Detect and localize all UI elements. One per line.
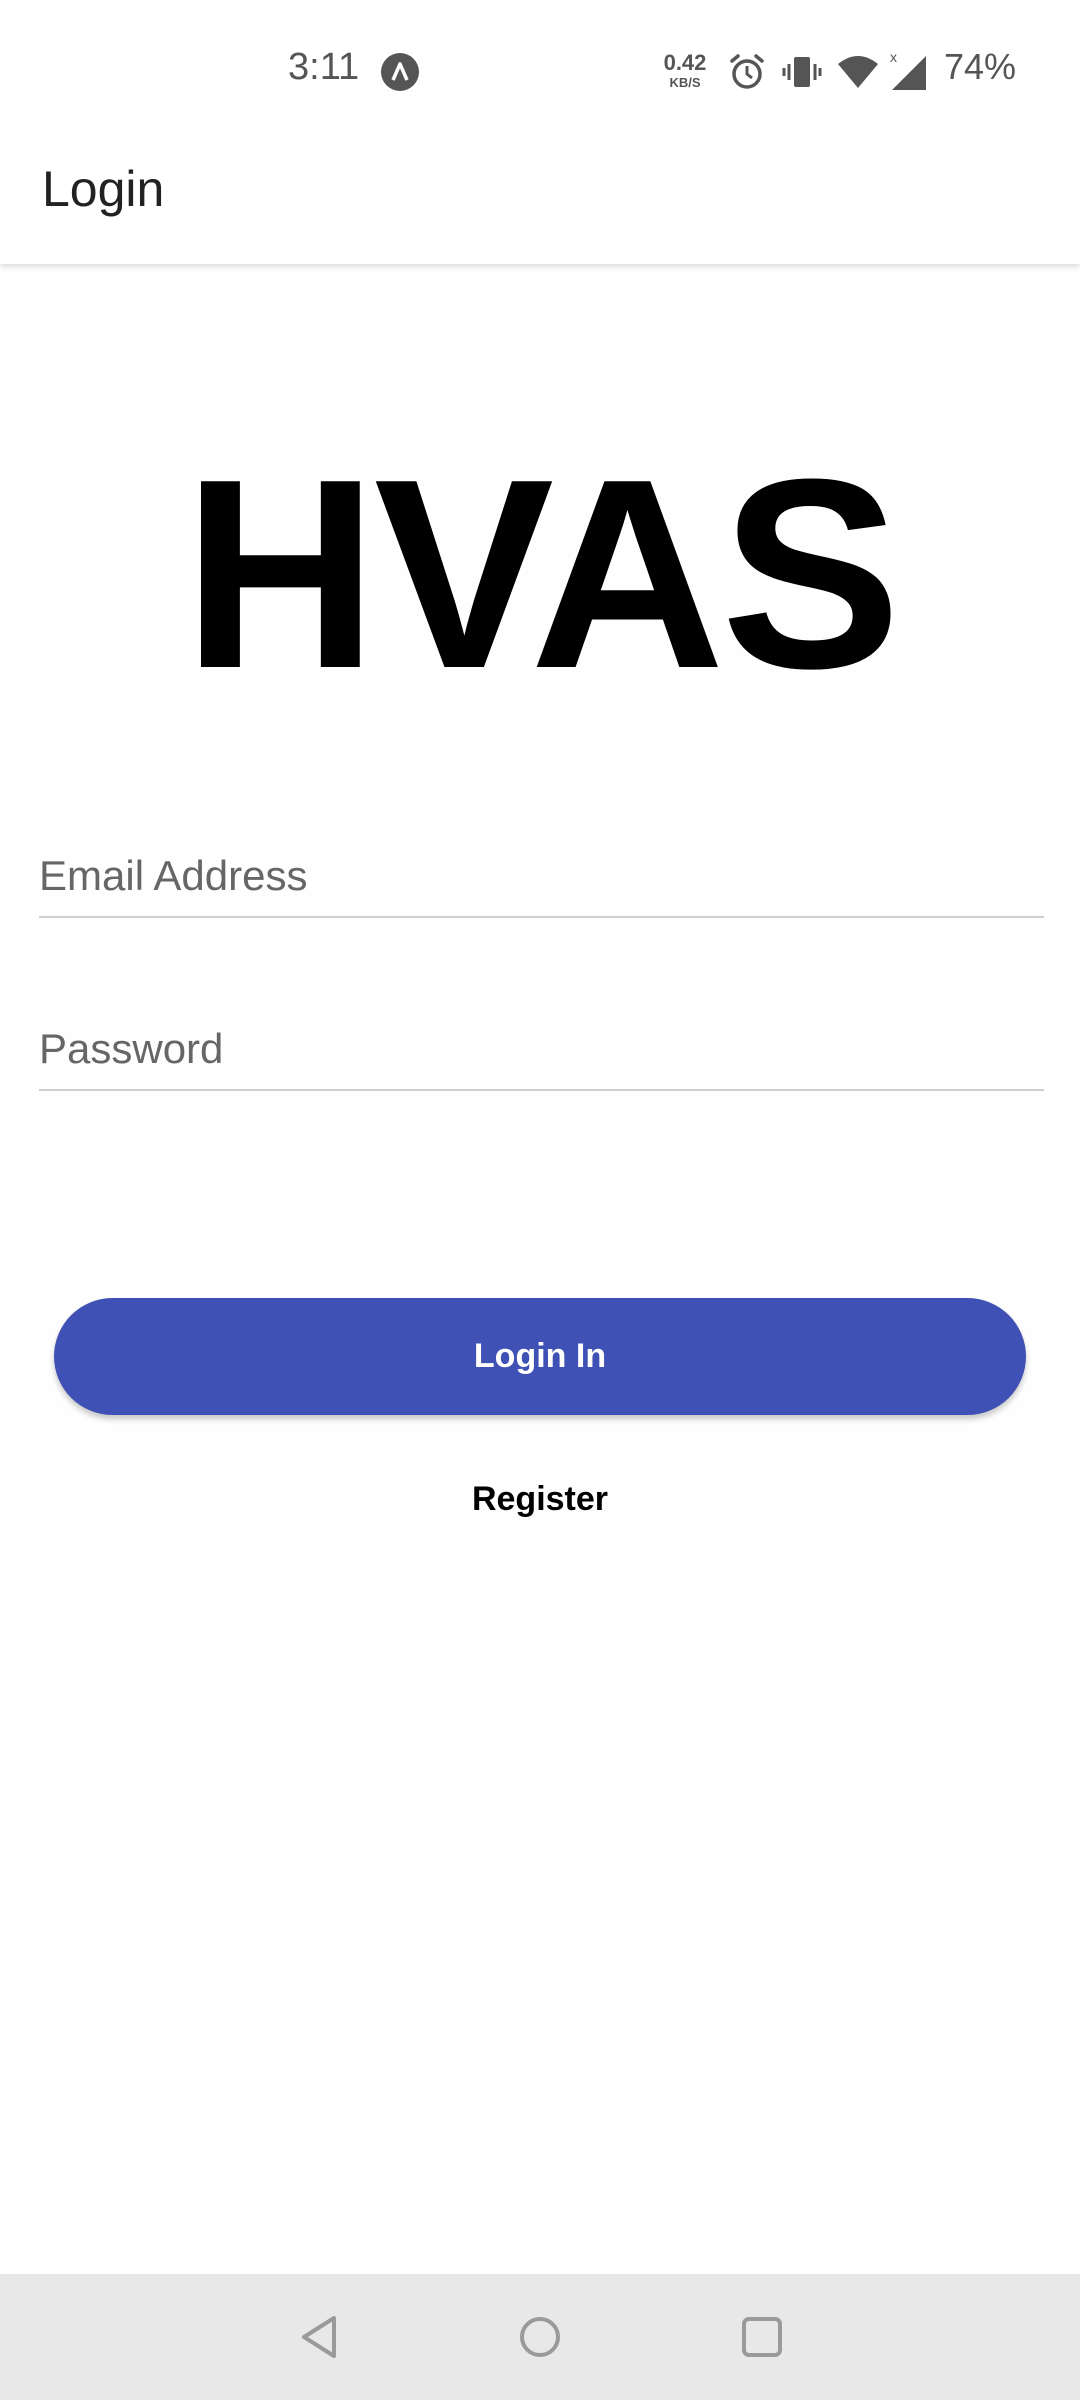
navigation-bar [0, 2274, 1080, 2400]
password-field[interactable] [39, 1009, 1044, 1091]
password-input[interactable] [39, 1013, 1044, 1089]
network-speed: 0.42 KB/S [660, 50, 710, 90]
status-bar: 3:11 0.42 KB/S x 74% [0, 0, 1080, 140]
page-title: Login [42, 161, 165, 217]
vibrate-icon [782, 52, 822, 92]
email-field[interactable] [39, 836, 1044, 918]
app-notification-icon [381, 53, 419, 91]
svg-text:x: x [890, 50, 897, 65]
battery-level: 74% [944, 46, 1017, 87]
email-input[interactable] [39, 840, 1044, 916]
wifi-icon [836, 52, 880, 92]
alarm-icon [727, 52, 767, 92]
register-link[interactable]: Register [0, 1480, 1080, 1519]
network-speed-value: 0.42 [663, 50, 707, 75]
app-logo: HVAS [182, 424, 901, 725]
status-time: 3:11 [288, 46, 360, 88]
app-bar: Login [0, 140, 1080, 264]
login-button[interactable]: Login In [54, 1298, 1026, 1415]
signal-icon: x [888, 49, 928, 92]
home-icon[interactable] [507, 2304, 573, 2370]
recents-icon[interactable] [729, 2304, 795, 2370]
network-speed-unit: KB/S [669, 75, 701, 90]
back-icon[interactable] [288, 2304, 354, 2370]
